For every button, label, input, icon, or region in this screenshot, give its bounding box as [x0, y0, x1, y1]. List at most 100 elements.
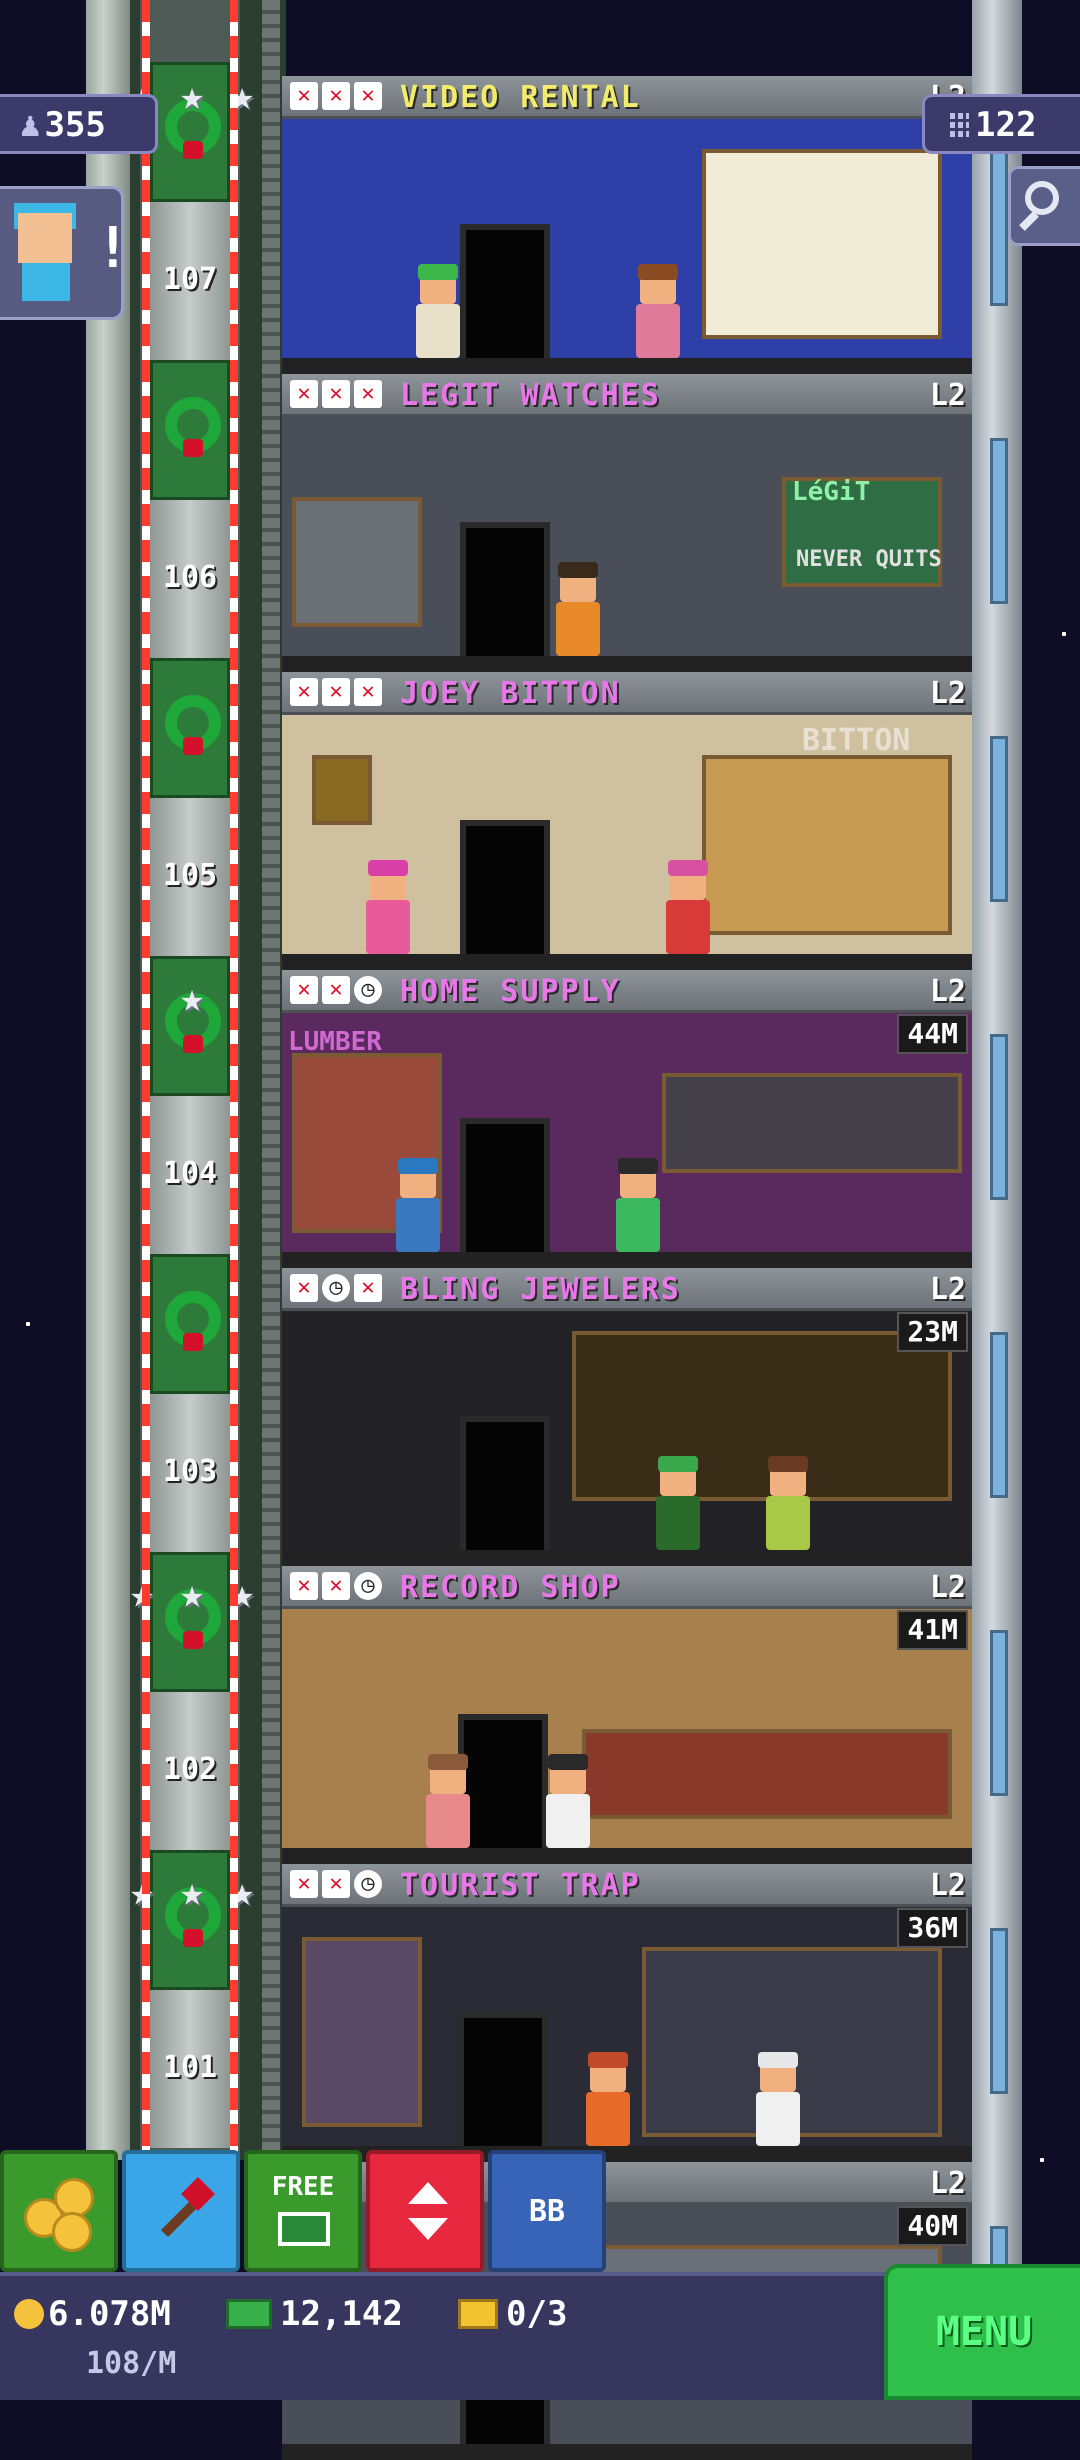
lumber-sign: LUMBER: [288, 1027, 382, 1057]
bitizen[interactable]: [392, 1158, 444, 1252]
building-window: [990, 1034, 1008, 1200]
elevator-button[interactable]: [366, 2150, 484, 2272]
floor-row[interactable]: ✕ ✕ ✕ LEGIT WATCHES L2 LéGiT NEVER QUITS: [282, 374, 972, 672]
search-button[interactable]: [1008, 166, 1080, 246]
store-interior[interactable]: [282, 1311, 972, 1566]
bow-icon: [183, 141, 203, 159]
restocking-clock-icon: ◷: [354, 1870, 382, 1898]
floor-row[interactable]: ✕ ✕ ◷ RECORD SHOP L2 41M: [282, 1566, 972, 1864]
star-icon: ★: [229, 1869, 255, 1915]
store-interior[interactable]: [282, 1609, 972, 1864]
floor-row[interactable]: ✕ ◷ ✕ BLING JEWELERS L2 23M: [282, 1268, 972, 1566]
store-shelf: [312, 755, 372, 825]
elevator-stop[interactable]: 103: [150, 1254, 230, 1552]
bitizen[interactable]: [582, 2052, 634, 2146]
empty-stock-icon: ✕: [290, 1870, 318, 1898]
store-interior[interactable]: [282, 1907, 972, 2162]
floor-stock-status: ✕ ◷ ✕: [290, 1274, 382, 1302]
empty-stock-icon: ✕: [354, 82, 382, 110]
build-button[interactable]: [122, 2150, 240, 2272]
store-interior[interactable]: LUMBER: [282, 1013, 972, 1268]
bitizen-hair: [668, 860, 708, 876]
bux-ticket-icon: [278, 2212, 330, 2246]
coins-button[interactable]: [0, 2150, 118, 2272]
empty-stock-icon: ✕: [354, 1274, 382, 1302]
bitizen-body: [586, 2092, 630, 2146]
floor-number: 107: [162, 262, 218, 297]
floor-banner: ✕ ◷ ✕ BLING JEWELERS L2: [282, 1268, 972, 1311]
store-shelf: [582, 1729, 952, 1819]
store-interior[interactable]: [282, 119, 972, 374]
bitizen[interactable]: [412, 264, 464, 358]
store-interior[interactable]: LéGiT NEVER QUITS: [282, 417, 972, 672]
floor-row[interactable]: ✕ ✕ ✕ JOEY BITTON L2 BITTON: [282, 672, 972, 970]
store-floor: [282, 1550, 972, 1566]
bitizen[interactable]: [422, 1754, 474, 1848]
floor-name: JOEY BITTON: [400, 676, 621, 711]
legit-logo-sign: LéGiT: [792, 477, 871, 507]
stock-timer-badge: 41M: [897, 1610, 968, 1650]
elevator-stop[interactable]: 105: [150, 658, 230, 956]
elevator-door: [150, 360, 230, 500]
bitizen-body: [766, 1496, 810, 1550]
free-bux-button[interactable]: FREE: [244, 2150, 362, 2272]
floor-counter[interactable]: 122: [922, 94, 1080, 154]
magnifier-icon: [1025, 181, 1059, 215]
floor-number: 104: [162, 1156, 218, 1191]
floor-number: 101: [162, 2050, 218, 2085]
bitizen[interactable]: [662, 860, 714, 954]
elevator-stop[interactable]: 106: [150, 360, 230, 658]
floor-level: L2: [929, 378, 966, 413]
bitizen-hair: [588, 2052, 628, 2068]
floor-row[interactable]: ✕ ✕ ◷ HOME SUPPLY L2 LUMBER 44M: [282, 970, 972, 1268]
empty-stock-icon: ✕: [290, 976, 318, 1004]
bb-button[interactable]: BB: [488, 2150, 606, 2272]
bitizen-hair: [758, 2052, 798, 2068]
floor-level: L2: [929, 1570, 966, 1605]
coins-value: 6.078M: [48, 2294, 171, 2334]
bitizen[interactable]: [762, 1456, 814, 1550]
arrow-up-icon: [408, 2182, 448, 2204]
floor-name: LEGIT WATCHES: [400, 378, 661, 413]
store-door: [458, 2012, 548, 2162]
bitizen-body: [366, 900, 410, 954]
bitizen-alert-button[interactable]: !: [0, 186, 130, 320]
store-shelf: [702, 149, 942, 339]
bitizen-hair: [618, 1158, 658, 1174]
bitizen[interactable]: [612, 1158, 664, 1252]
floor-stock-status: ✕ ✕ ✕: [290, 380, 382, 408]
floor-banner: ✕ ✕ ◷ TOURIST TRAP L2: [282, 1864, 972, 1907]
floor-banner: ✕✕✕VIDEO RENTALL2: [282, 76, 972, 119]
population-counter[interactable]: ♟ 355: [0, 94, 158, 154]
bitizen[interactable]: [752, 2052, 804, 2146]
floor-banner: ✕ ✕ ✕ LEGIT WATCHES L2: [282, 374, 972, 417]
restocking-clock-icon: ◷: [354, 1572, 382, 1600]
floor-stock-status: ✕ ✕ ◷: [290, 976, 382, 1004]
bitton-store-sign: BITTON: [802, 723, 911, 758]
bitizen[interactable]: [542, 1754, 594, 1848]
floor-level: L2: [929, 974, 966, 1009]
bitizen[interactable]: [552, 562, 604, 656]
empty-stock-icon: ✕: [354, 380, 382, 408]
floor-name: TOURIST TRAP: [400, 1868, 641, 1903]
menu-button[interactable]: MENU: [884, 2264, 1080, 2400]
background-star: [1062, 632, 1066, 636]
bux-icon: [226, 2299, 272, 2329]
floor-row[interactable]: ✕✕✕VIDEO RENTALL2: [282, 76, 972, 374]
bitizen-body: [556, 602, 600, 656]
floor-level: L2: [929, 676, 966, 711]
bitizen-body: [22, 263, 70, 301]
building-icon: [947, 112, 969, 140]
floor-row[interactable]: ✕ ✕ ◷ TOURIST TRAP L2 36M: [282, 1864, 972, 2162]
bow-icon: [183, 1333, 203, 1351]
store-interior[interactable]: BITTON: [282, 715, 972, 970]
bitizen[interactable]: [632, 264, 684, 358]
bitizen-hair: [558, 562, 598, 578]
star-icon: ★: [179, 1571, 205, 1617]
store-floor: [282, 954, 972, 970]
bitizen[interactable]: [362, 860, 414, 954]
store-shelf: [662, 1073, 962, 1173]
stock-timer-badge: 23M: [897, 1312, 968, 1352]
free-label: FREE: [271, 2172, 335, 2202]
bitizen[interactable]: [652, 1456, 704, 1550]
